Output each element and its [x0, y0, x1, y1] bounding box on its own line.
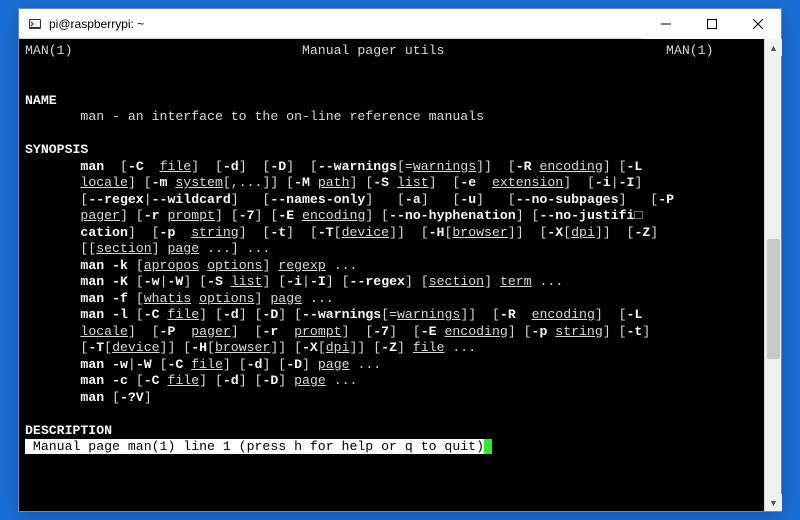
app-icon [27, 16, 43, 32]
scroll-down-button[interactable]: ▼ [765, 494, 782, 511]
man-header-right: MAN(1) [666, 43, 713, 58]
terminal-content[interactable]: MAN(1) Manual pager utils MAN(1) NAME ma… [19, 39, 764, 511]
close-button[interactable] [735, 9, 781, 39]
titlebar[interactable]: pi@raspberrypi: ~ [19, 9, 781, 39]
scrollbar[interactable]: ▲ ▼ [764, 39, 781, 511]
pager-status-line: Manual page man(1) line 1 (press h for h… [25, 439, 484, 454]
name-heading: NAME [25, 93, 57, 108]
minimize-button[interactable] [643, 9, 689, 39]
chevron-up-icon: ▲ [769, 43, 778, 53]
name-line: man - an interface to the on-line refere… [80, 109, 484, 124]
synopsis-heading: SYNOPSIS [25, 142, 88, 157]
description-heading: DESCRIPTION [25, 423, 112, 438]
maximize-button[interactable] [689, 9, 735, 39]
man-header-left: MAN(1) [25, 43, 72, 58]
terminal-window: pi@raspberrypi: ~ MAN(1) Manual pager ut… [18, 8, 782, 512]
window-title: pi@raspberrypi: ~ [49, 17, 643, 31]
chevron-down-icon: ▼ [769, 498, 778, 508]
terminal-body: MAN(1) Manual pager utils MAN(1) NAME ma… [19, 39, 781, 511]
man-header-center: Manual pager utils [302, 43, 444, 58]
scrollbar-thumb[interactable] [767, 239, 780, 359]
cursor-icon [484, 439, 492, 454]
scroll-up-button[interactable]: ▲ [765, 39, 782, 56]
